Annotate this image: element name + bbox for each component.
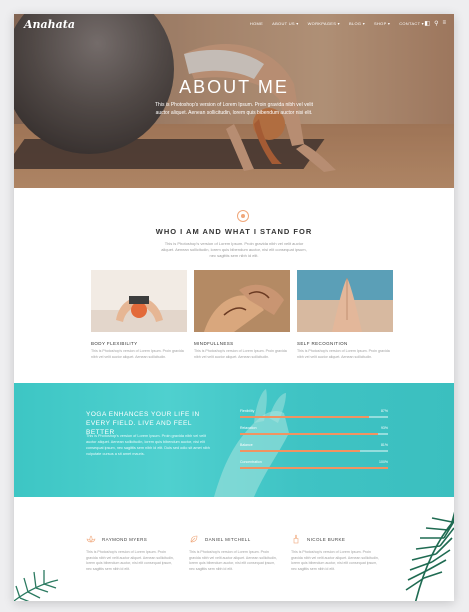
feature-card[interactable]: BODY FLEXIBILITY This is Photoshop's ver… xyxy=(91,270,187,360)
feature-title: MINDFULLNESS xyxy=(194,341,234,346)
menu-item-about[interactable]: ABOUT US ▾ xyxy=(272,21,299,26)
page-title: ABOUT ME xyxy=(179,77,289,97)
skills-band: YOGA ENHANCES YOUR LIFE IN EVERY FIELD. … xyxy=(14,383,454,497)
skill-fill xyxy=(240,467,388,469)
site-logo[interactable]: Anahata xyxy=(24,18,75,31)
testimonial-name: DANIEL MITCHELL xyxy=(205,536,251,542)
page-frame: Anahata HOME ABOUT US ▾ WORKPAGES ▾ BLOG… xyxy=(14,14,454,601)
lotus-icon xyxy=(86,535,96,543)
leaf-icon xyxy=(190,535,198,543)
skill-row: Concentration 100% xyxy=(240,460,388,477)
feature-image-backbend xyxy=(91,270,187,332)
skill-fill xyxy=(240,416,369,418)
testimonial-text: This is Photoshop's version of Lorem Ips… xyxy=(86,550,174,571)
hero-subtitle: This is Photoshop's version of Lorem Ips… xyxy=(155,102,313,116)
skill-track xyxy=(240,467,388,469)
skill-row: Relaxation 93% xyxy=(240,426,388,443)
skill-label: Relaxation xyxy=(240,426,257,430)
feature-card[interactable]: MINDFULLNESS This is Photoshop's version… xyxy=(194,270,290,360)
feature-image-henna-hands xyxy=(194,270,290,332)
nav-icons: ◧ ⚲ ≡ xyxy=(424,20,446,27)
section-intro: This is Photoshop's version of Lorem Ips… xyxy=(161,241,307,258)
top-nav: Anahata HOME ABOUT US ▾ WORKPAGES ▾ BLOG… xyxy=(14,14,454,36)
feature-card[interactable]: SELF RECOGNITION This is Photoshop's ver… xyxy=(297,270,393,360)
menu-item-home[interactable]: HOME xyxy=(250,21,263,26)
feature-desc: This is Photoshop's version of Lorem Ips… xyxy=(194,349,287,359)
skill-fill xyxy=(240,450,360,452)
cart-icon[interactable]: ◧ xyxy=(424,20,430,27)
testimonial-text: This is Photoshop's version of Lorem Ips… xyxy=(291,550,379,571)
testimonial-head: DANIEL MITCHELL xyxy=(189,534,281,544)
candle-icon xyxy=(293,534,299,544)
testimonial: NICOLE BURKE This is Photoshop's version… xyxy=(291,534,383,572)
skill-label: Concentration xyxy=(240,460,262,464)
skill-track xyxy=(240,450,388,452)
skill-track xyxy=(240,433,388,435)
testimonial: RAYMOND MYERS This is Photoshop's versio… xyxy=(86,534,178,572)
skill-bars: Flexibility 87% Relaxation 93% Balance 8… xyxy=(240,409,388,477)
skill-row: Balance 81% xyxy=(240,443,388,460)
feature-image-praying-hands xyxy=(297,270,393,332)
hero-section: Anahata HOME ABOUT US ▾ WORKPAGES ▾ BLOG… xyxy=(14,14,454,188)
skill-fill xyxy=(240,433,378,435)
testimonial-name: NICOLE BURKE xyxy=(307,536,346,542)
section-title: WHO I AM AND WHAT I STAND FOR xyxy=(155,227,313,236)
testimonial: DANIEL MITCHELL This is Photoshop's vers… xyxy=(189,534,281,572)
testimonial-head: RAYMOND MYERS xyxy=(86,534,178,544)
menu-item-shop[interactable]: SHOP ▾ xyxy=(374,21,390,26)
menu-item-workpages[interactable]: WORKPAGES ▾ xyxy=(308,21,340,26)
skill-value: 100% xyxy=(379,460,388,464)
menu-icon[interactable]: ≡ xyxy=(442,20,446,27)
testimonial-text: This is Photoshop's version of Lorem Ips… xyxy=(189,550,277,571)
palm-leaf-decoration xyxy=(14,570,59,601)
skill-label: Balance xyxy=(240,443,253,447)
feature-desc: This is Photoshop's version of Lorem Ips… xyxy=(91,349,184,359)
testimonial-head: NICOLE BURKE xyxy=(291,534,383,544)
lotus-emblem-icon xyxy=(237,210,249,222)
feature-desc: This is Photoshop's version of Lorem Ips… xyxy=(297,349,390,359)
menu-item-contact[interactable]: CONTACT ▾ xyxy=(399,21,424,26)
search-icon[interactable]: ⚲ xyxy=(434,20,438,27)
testimonial-name: RAYMOND MYERS xyxy=(102,536,148,542)
palm-leaf-decoration xyxy=(405,511,454,601)
feature-title: BODY FLEXIBILITY xyxy=(91,341,138,346)
skill-label: Flexibility xyxy=(240,409,255,413)
skill-value: 81% xyxy=(380,443,388,447)
skill-row: Flexibility 87% xyxy=(240,409,388,426)
feature-title: SELF RECOGNITION xyxy=(297,341,348,346)
skill-track xyxy=(240,416,388,418)
band-text: This is Photoshop's version of Lorem Ips… xyxy=(86,434,210,456)
skill-value: 93% xyxy=(380,426,388,430)
main-menu: HOME ABOUT US ▾ WORKPAGES ▾ BLOG ▾ SHOP … xyxy=(250,21,424,26)
skill-value: 87% xyxy=(380,409,388,413)
menu-item-blog[interactable]: BLOG ▾ xyxy=(349,21,365,26)
